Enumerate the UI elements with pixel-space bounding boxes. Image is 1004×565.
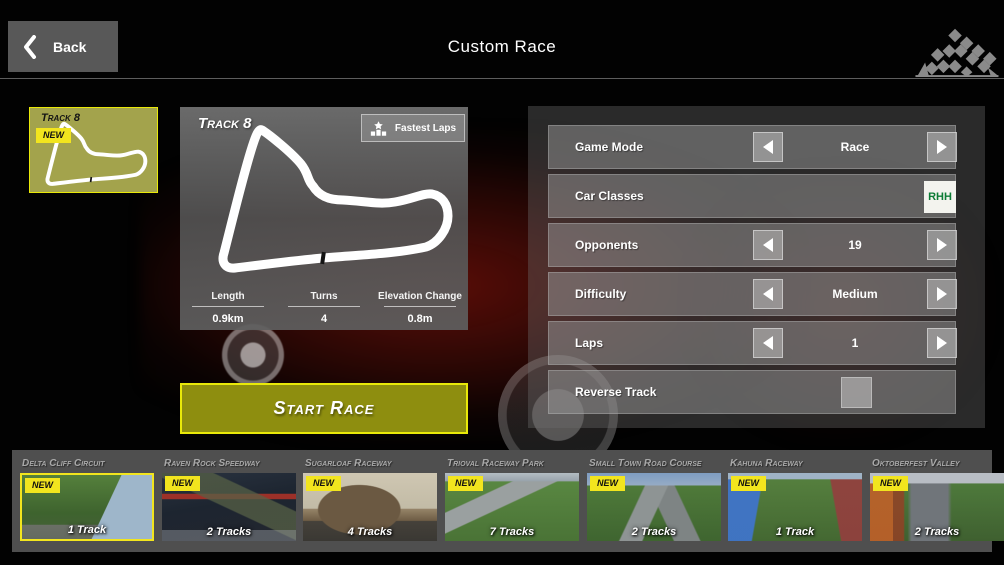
track-detail-panel: Track 8 Fastest Laps Length 0.9km Turns … xyxy=(180,107,468,330)
carousel-thumbnail[interactable]: NEW 1 Track xyxy=(728,473,862,541)
arrow-right-icon xyxy=(937,287,947,301)
reverse-track-checkbox[interactable] xyxy=(841,377,872,408)
track-count-label: 1 Track xyxy=(22,524,152,536)
arrow-left-icon xyxy=(763,140,773,154)
track-stats: Length 0.9km Turns 4 Elevation Change 0.… xyxy=(180,291,468,325)
start-race-button[interactable]: Start Race xyxy=(180,383,468,434)
setting-label: Opponents xyxy=(575,238,638,252)
new-badge: NEW xyxy=(306,476,341,491)
carousel-track-name: Sugarloaf Raceway xyxy=(305,458,437,469)
opponents-prev-button[interactable] xyxy=(753,230,783,260)
setting-label: Laps xyxy=(575,336,603,350)
opponents-next-button[interactable] xyxy=(927,230,957,260)
track-count-label: 1 Track xyxy=(728,526,862,538)
carousel-item-small-town-road-course[interactable]: Small Town Road Course NEW 2 Tracks xyxy=(587,456,721,541)
track-count-label: 4 Tracks xyxy=(303,526,437,538)
setting-row-reverse-track: Reverse Track xyxy=(548,370,956,414)
arrow-left-icon xyxy=(763,287,773,301)
carousel-thumbnail[interactable]: NEW 2 Tracks xyxy=(870,473,1004,541)
page-title: Custom Race xyxy=(0,37,1004,57)
track-title: Track 8 xyxy=(198,115,251,132)
setting-label: Difficulty xyxy=(575,287,626,301)
track-count-label: 2 Tracks xyxy=(162,526,296,538)
new-badge: NEW xyxy=(731,476,766,491)
stat-value: 4 xyxy=(276,313,372,325)
arrow-left-icon xyxy=(763,336,773,350)
setting-label: Reverse Track xyxy=(575,385,656,399)
game-mode-prev-button[interactable] xyxy=(753,132,783,162)
thumbnail-track-name: Track 8 xyxy=(41,112,80,124)
setting-row-laps: Laps 1 xyxy=(548,321,956,365)
game-mode-next-button[interactable] xyxy=(927,132,957,162)
setting-label: Game Mode xyxy=(575,140,643,154)
carousel-track-name: Trioval Raceway Park xyxy=(447,458,579,469)
setting-value: Race xyxy=(783,140,927,154)
carousel-item-trioval-raceway-park[interactable]: Trioval Raceway Park NEW 7 Tracks xyxy=(445,456,579,541)
setting-value: 19 xyxy=(783,238,927,252)
carousel-thumbnail[interactable]: NEW 7 Tracks xyxy=(445,473,579,541)
setting-row-game-mode: Game Mode Race xyxy=(548,125,956,169)
car-class-badge[interactable]: RHH xyxy=(924,181,956,213)
stat-label: Turns xyxy=(276,291,372,302)
laps-prev-button[interactable] xyxy=(753,328,783,358)
carousel-item-oktoberfest-valley[interactable]: Oktoberfest Valley NEW 2 Tracks xyxy=(870,456,1004,541)
new-badge: NEW xyxy=(36,128,71,143)
stat-divider xyxy=(384,306,456,307)
stat-turns: Turns 4 xyxy=(276,291,372,325)
carousel-track-name: Delta Cliff Circuit xyxy=(22,458,154,469)
carousel-track-name: Kahuna Raceway xyxy=(730,458,862,469)
setting-value: Medium xyxy=(783,287,927,301)
background-wheel xyxy=(222,324,284,386)
setting-label: Car Classes xyxy=(575,189,644,203)
setting-row-car-classes[interactable]: Car Classes RHH xyxy=(548,174,956,218)
arrow-right-icon xyxy=(937,140,947,154)
checkered-flag-icon xyxy=(910,22,1002,78)
podium-icon xyxy=(370,121,387,136)
new-badge: NEW xyxy=(448,476,483,491)
track-carousel: Delta Cliff Circuit NEW 1 Track Raven Ro… xyxy=(12,450,992,552)
carousel-thumbnail[interactable]: NEW 2 Tracks xyxy=(162,473,296,541)
setting-row-difficulty: Difficulty Medium xyxy=(548,272,956,316)
stat-value: 0.8m xyxy=(372,313,468,325)
track-count-label: 2 Tracks xyxy=(587,526,721,538)
carousel-item-delta-cliff-circuit[interactable]: Delta Cliff Circuit NEW 1 Track xyxy=(20,456,154,541)
stat-divider xyxy=(288,306,360,307)
setting-row-opponents: Opponents 19 xyxy=(548,223,956,267)
difficulty-next-button[interactable] xyxy=(927,279,957,309)
new-badge: NEW xyxy=(873,476,908,491)
carousel-track-name: Oktoberfest Valley xyxy=(872,458,1004,469)
carousel-item-sugarloaf-raceway[interactable]: Sugarloaf Raceway NEW 4 Tracks xyxy=(303,456,437,541)
carousel-thumbnail[interactable]: NEW 2 Tracks xyxy=(587,473,721,541)
arrow-left-icon xyxy=(763,238,773,252)
stat-value: 0.9km xyxy=(180,313,276,325)
carousel-thumbnail[interactable]: NEW 4 Tracks xyxy=(303,473,437,541)
selected-track-thumbnail[interactable]: Track 8 NEW xyxy=(29,107,158,193)
track-count-label: 7 Tracks xyxy=(445,526,579,538)
stat-label: Length xyxy=(180,291,276,302)
top-bar: Back Custom Race xyxy=(0,0,1004,79)
stat-label: Elevation Change xyxy=(372,291,468,302)
stat-length: Length 0.9km xyxy=(180,291,276,325)
carousel-item-kahuna-raceway[interactable]: Kahuna Raceway NEW 1 Track xyxy=(728,456,862,541)
carousel-track-name: Raven Rock Speedway xyxy=(164,458,296,469)
stat-elevation: Elevation Change 0.8m xyxy=(372,291,468,325)
race-settings-panel: Game Mode Race Car Classes RHH Opponents… xyxy=(528,106,985,428)
new-badge: NEW xyxy=(590,476,625,491)
arrow-right-icon xyxy=(937,238,947,252)
laps-next-button[interactable] xyxy=(927,328,957,358)
carousel-track-name: Small Town Road Course xyxy=(589,458,721,469)
fastest-laps-button[interactable]: Fastest Laps xyxy=(361,114,465,142)
difficulty-prev-button[interactable] xyxy=(753,279,783,309)
new-badge: NEW xyxy=(25,478,60,493)
fastest-laps-label: Fastest Laps xyxy=(395,123,456,134)
track-count-label: 2 Tracks xyxy=(870,526,1004,538)
carousel-thumbnail[interactable]: NEW 1 Track xyxy=(20,473,154,541)
new-badge: NEW xyxy=(165,476,200,491)
arrow-right-icon xyxy=(937,336,947,350)
carousel-item-raven-rock-speedway[interactable]: Raven Rock Speedway NEW 2 Tracks xyxy=(162,456,296,541)
custom-race-screen: Back Custom Race xyxy=(0,0,1004,565)
stat-divider xyxy=(192,306,264,307)
setting-value: 1 xyxy=(783,336,927,350)
